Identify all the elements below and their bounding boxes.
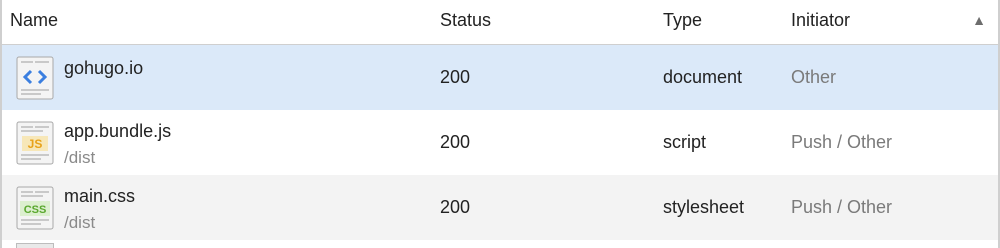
request-name: app.bundle.js <box>64 121 172 141</box>
request-initiator: Push / Other <box>791 197 893 217</box>
table-row[interactable]: gohugo.io 200 document Other <box>2 45 998 110</box>
column-header-initiator-label: Initiator <box>791 10 851 30</box>
html-document-icon <box>16 56 54 100</box>
request-path: /dist <box>64 213 96 232</box>
svg-text:CSS: CSS <box>24 204 47 216</box>
column-header-initiator[interactable]: Initiator ▲ <box>791 0 996 44</box>
sort-ascending-icon: ▲ <box>972 12 986 28</box>
request-initiator: Other <box>791 67 837 87</box>
column-header-status[interactable]: Status <box>440 0 491 44</box>
svg-text:JS: JS <box>28 137 43 151</box>
request-status: 200 <box>440 67 471 87</box>
request-name: gohugo.io <box>64 58 144 78</box>
column-header-name[interactable]: Name <box>10 0 58 44</box>
table-header: Name Status Type Initiator ▲ <box>2 0 998 45</box>
request-path: /dist <box>64 148 96 167</box>
request-initiator: Push / Other <box>791 132 893 152</box>
column-header-type[interactable]: Type <box>663 0 702 44</box>
network-requests-table: Name Status Type Initiator ▲ gohugo.io 2… <box>0 0 1000 248</box>
css-file-icon: CSS <box>16 186 54 230</box>
request-status: 200 <box>440 197 471 217</box>
javascript-file-icon: JS <box>16 121 54 165</box>
request-type: script <box>663 132 707 152</box>
request-status: 200 <box>440 132 471 152</box>
table-row-partial[interactable] <box>2 240 998 248</box>
request-name: main.css <box>64 186 136 206</box>
table-row[interactable]: JS app.bundle.js /dist 200 script Push /… <box>2 110 998 175</box>
file-icon <box>16 243 54 248</box>
request-type: stylesheet <box>663 197 745 217</box>
table-row[interactable]: CSS main.css /dist 200 stylesheet Push /… <box>2 175 998 240</box>
request-type: document <box>663 67 743 87</box>
